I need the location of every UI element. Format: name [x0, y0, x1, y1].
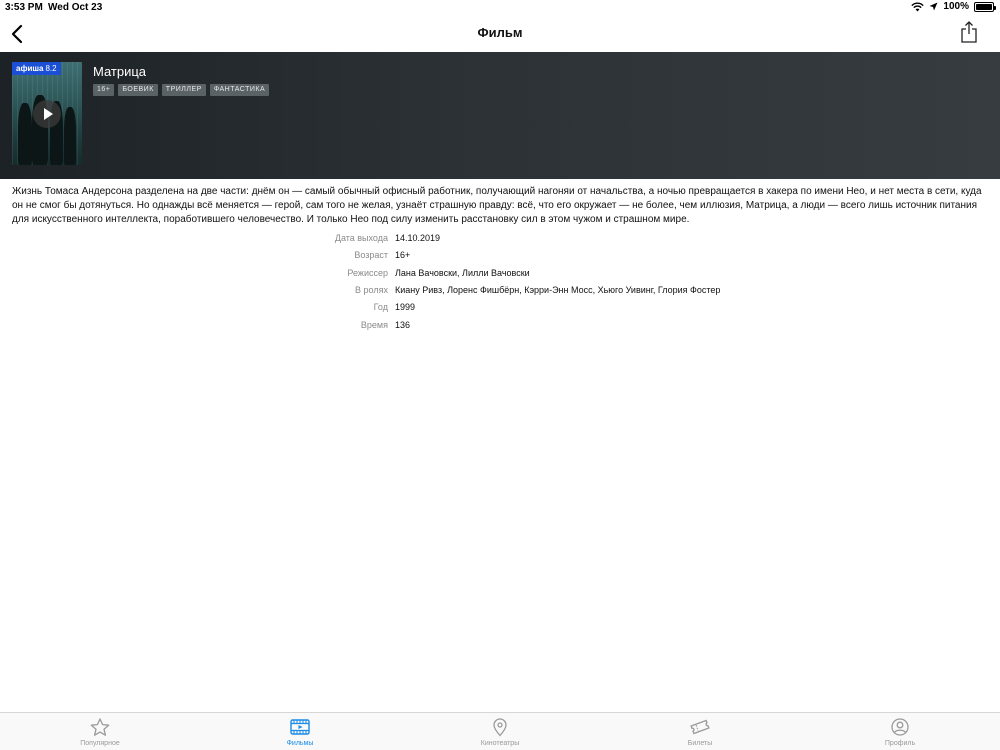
- movie-hero: афиша 8.2 Матрица 16+ БОЕВИК ТРИЛЛЕР ФАНТАСТ…: [0, 52, 1000, 179]
- tab-popular[interactable]: Популярное: [0, 713, 200, 750]
- detail-value: Киану Ривз, Лоренс Фишбёрн, Кэрри-Энн Мо…: [395, 284, 721, 295]
- genre-tag: ТРИЛЛЕР: [161, 84, 206, 96]
- wifi-icon: [911, 2, 925, 11]
- rating-score: 8.2: [45, 64, 57, 73]
- detail-row: Время 136: [0, 320, 1000, 337]
- genre-tags: 16+ БОЕВИК ТРИЛЛЕР ФАНТАСТИКА: [93, 84, 270, 96]
- location-arrow-icon: [929, 2, 938, 11]
- detail-label: Возраст: [354, 250, 388, 261]
- detail-value: Лана Вачовски, Лилли Вачовски: [395, 267, 530, 278]
- share-icon[interactable]: [960, 20, 978, 44]
- star-icon: [90, 718, 110, 736]
- movie-title: Матрица: [93, 64, 147, 79]
- rating-badge: афиша 8.2: [12, 62, 61, 75]
- status-bar: 3:53 PM Wed Oct 23 100%: [0, 0, 1000, 16]
- page-title: Фильм: [477, 25, 523, 40]
- detail-row: Дата выхода 14.10.2019: [0, 233, 1000, 250]
- detail-label: Год: [373, 302, 388, 313]
- detail-value: 14.10.2019: [395, 233, 441, 243]
- detail-row: Возраст 16+: [0, 250, 1000, 267]
- detail-row: В ролях Киану Ривз, Лоренс Фишбёрн, Кэрри…: [0, 285, 1000, 302]
- nav-bar: Фильм: [0, 16, 1000, 52]
- battery-fill: [976, 3, 992, 10]
- tab-label: Фильмы: [286, 740, 314, 747]
- genre-tag: 16+: [93, 84, 115, 96]
- status-date: Wed Oct 23: [48, 2, 103, 13]
- tab-label: Профиль: [884, 740, 916, 747]
- detail-value: 16+: [395, 250, 411, 261]
- genre-tag: ФАНТАСТИКА: [209, 84, 270, 96]
- profile-icon: [891, 718, 909, 736]
- detail-value: 1999: [395, 302, 416, 313]
- tab-label: Кинотеатры: [480, 740, 520, 747]
- poster-figure: [18, 103, 32, 165]
- tab-films[interactable]: Фильмы: [200, 713, 400, 750]
- detail-label: Время: [360, 319, 388, 330]
- battery-percent: 100%: [943, 1, 969, 12]
- tab-cinemas[interactable]: Кинотеатры: [400, 713, 600, 750]
- detail-label: Режиссер: [347, 267, 388, 278]
- detail-row: Режиссер Лана Вачовски, Лилли Вачовски: [0, 268, 1000, 285]
- ticket-icon: [690, 719, 710, 735]
- movie-description: Жизнь Томаса Андерсона разделена на две …: [12, 186, 982, 225]
- detail-label: В ролях: [355, 284, 388, 295]
- rating-brand: афиша: [16, 64, 44, 73]
- movie-poster[interactable]: афиша 8.2: [12, 62, 82, 165]
- location-pin-icon: [493, 718, 507, 737]
- genre-tag: БОЕВИК: [118, 84, 158, 96]
- tab-profile[interactable]: Профиль: [800, 713, 1000, 750]
- tab-bar: Популярное Фильмы Кинотеатры Билеты Проф…: [0, 712, 1000, 750]
- status-time: 3:53 PM: [5, 2, 43, 13]
- battery-icon: [974, 1, 996, 12]
- tab-tickets[interactable]: Билеты: [600, 713, 800, 750]
- tab-label: Популярное: [80, 740, 120, 747]
- tab-label: Билеты: [687, 740, 713, 747]
- detail-row: Год 1999: [0, 302, 1000, 319]
- status-right: 100%: [911, 1, 996, 12]
- detail-label: Дата выхода: [334, 233, 388, 243]
- film-icon: [290, 719, 310, 735]
- detail-value: 136: [395, 319, 411, 330]
- play-trailer-button[interactable]: [33, 100, 61, 128]
- poster-figure: [64, 107, 76, 165]
